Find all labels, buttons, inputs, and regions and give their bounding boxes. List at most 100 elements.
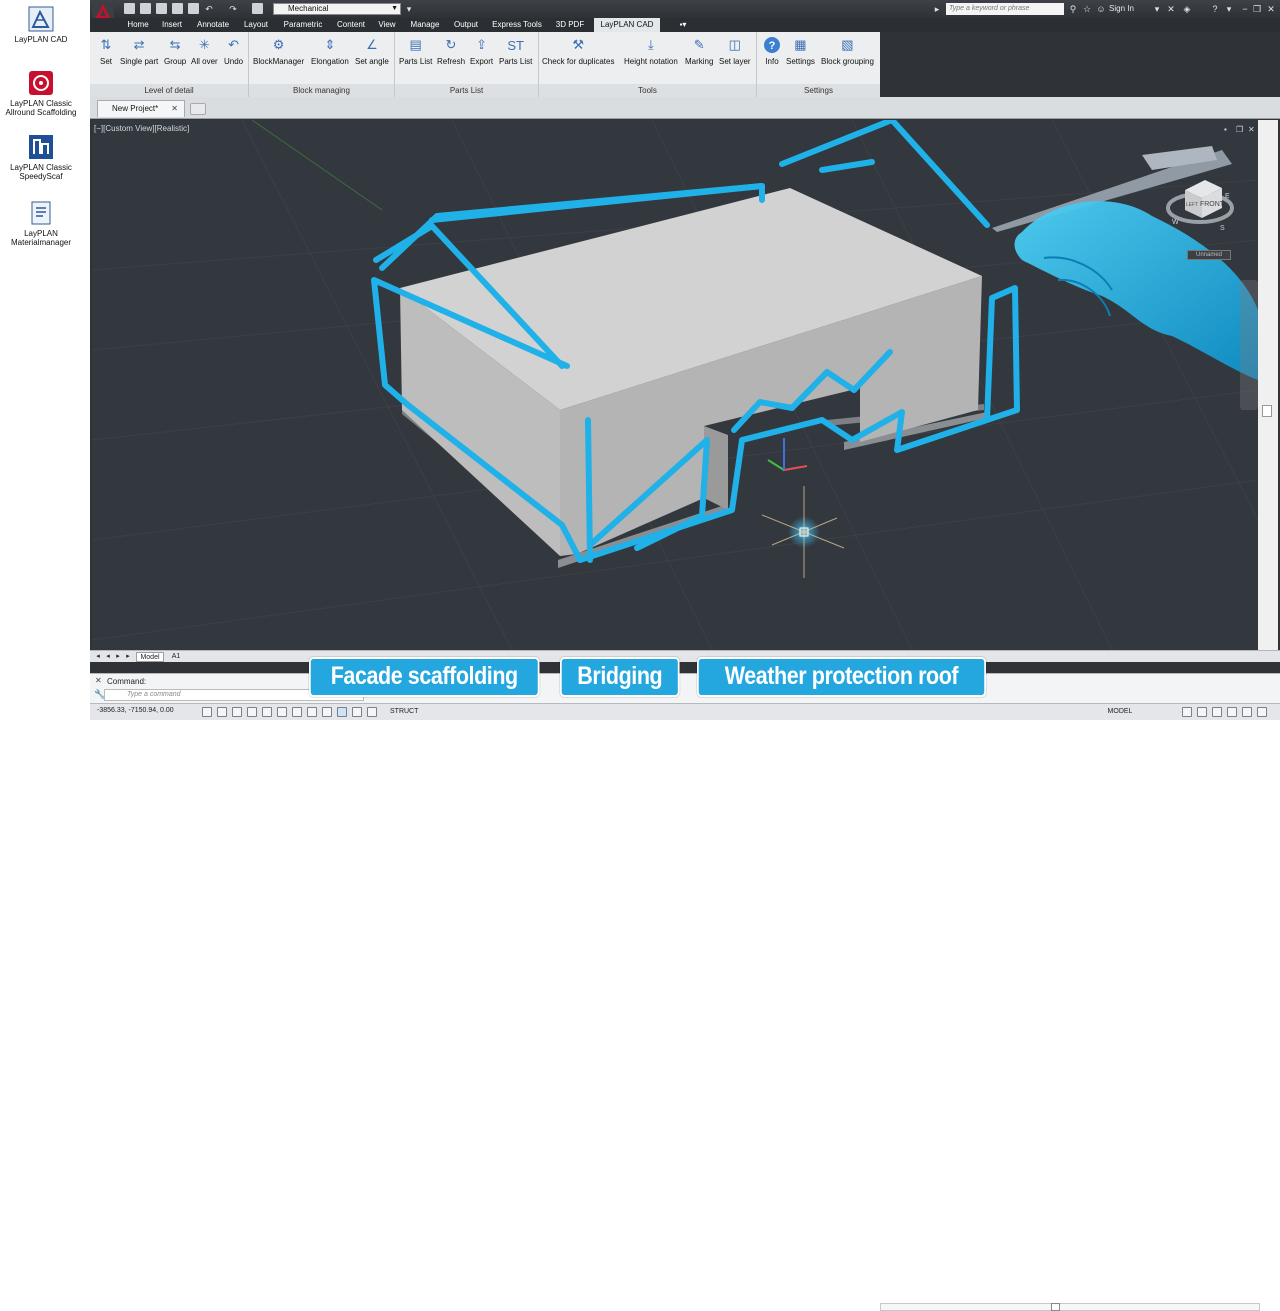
horizontal-scrollbar[interactable] (880, 1303, 1260, 1311)
set-angle-button[interactable]: ∠ Set angle (355, 35, 389, 66)
elongation-button[interactable]: ⇕ Elongation (311, 35, 349, 66)
viewcube-front-label[interactable]: FRONT (1200, 201, 1225, 208)
lock-icon[interactable] (1197, 707, 1207, 717)
minimize-icon[interactable]: − (1240, 4, 1250, 14)
info-button[interactable]: ? Info (763, 35, 781, 66)
undo-icon[interactable]: ↶ (204, 4, 214, 14)
viewport-controls-label[interactable]: [−][Custom View][Realistic] (94, 124, 189, 133)
blockmanager-button[interactable]: ⚙ BlockManager (253, 35, 304, 66)
tab-content[interactable]: Content (332, 18, 370, 32)
isolate-objects-icon[interactable] (1227, 707, 1237, 717)
check-duplicates-button[interactable]: ⚒ Check for duplicates (542, 35, 614, 66)
panel-title[interactable]: Tools (539, 84, 756, 97)
tab-new-project[interactable]: New Project* ✕ (97, 100, 185, 117)
parts-list-st-button[interactable]: ST Parts List (499, 35, 532, 67)
undo-detail-button[interactable]: ↶ Undo (224, 35, 243, 66)
tab-a1[interactable]: A1 (166, 652, 186, 662)
parts-list-button[interactable]: ▤ Parts List (399, 35, 432, 66)
plot-icon[interactable] (252, 3, 263, 14)
minimize-viewport-icon[interactable]: ▪ (1224, 126, 1232, 134)
drawing-viewport[interactable]: FRONT LEFT W S E [−][Custom View][Realis… (92, 120, 1258, 650)
otrack-icon[interactable] (307, 707, 317, 717)
tab-model[interactable]: Model (136, 652, 164, 662)
struct-toggle[interactable]: STRUCT (390, 706, 418, 718)
navigation-bar[interactable] (1240, 280, 1258, 410)
first-layout-icon[interactable]: ◂ (94, 652, 102, 662)
osnap-icon[interactable] (277, 707, 287, 717)
panel-title[interactable]: Level of detail (90, 84, 248, 97)
vertical-scrollbar[interactable] (1258, 120, 1278, 650)
prev-layout-icon[interactable]: ◂ (104, 652, 112, 662)
workspace-dropdown[interactable]: Mechanical ▼ (273, 3, 401, 15)
restore-icon[interactable]: ❐ (1252, 4, 1262, 14)
expand-search-icon[interactable]: ▸ (932, 4, 942, 14)
all-over-button[interactable]: ✳ All over (191, 35, 218, 66)
tab-manage[interactable]: Manage (405, 18, 445, 32)
new-file-icon[interactable] (124, 3, 135, 14)
customize-quick-access-icon[interactable]: ▾ (404, 4, 414, 14)
print-icon[interactable] (188, 3, 199, 14)
desktop-icon-layplan-allround[interactable]: LayPLAN Classic Allround Scaffolding (0, 70, 82, 117)
export-button[interactable]: ⇪ Export (470, 35, 493, 66)
chevron-down-icon[interactable]: ▾ (1224, 4, 1234, 14)
3d-osnap-icon[interactable] (292, 707, 302, 717)
single-part-button[interactable]: ⇄ Single part (120, 35, 158, 66)
more-tabs-icon[interactable]: ▪▾ (672, 18, 694, 32)
save-icon[interactable] (156, 3, 167, 14)
snap-icon[interactable] (217, 707, 227, 717)
tab-parametric[interactable]: Parametric (279, 18, 327, 32)
clean-screen-icon[interactable] (1242, 707, 1252, 717)
scrollbar-thumb[interactable] (1051, 1303, 1060, 1311)
redo-icon[interactable]: ↷ (228, 4, 238, 14)
ortho-icon[interactable] (247, 707, 257, 717)
tab-insert[interactable]: Insert (157, 18, 187, 32)
panel-title[interactable]: Settings (757, 84, 880, 97)
a360-icon[interactable]: ◈ (1182, 4, 1192, 14)
panel-title[interactable]: Block managing (249, 84, 394, 97)
help-icon[interactable]: ? (1210, 4, 1220, 14)
polar-icon[interactable] (262, 707, 272, 717)
close-command-icon[interactable]: ✕ (95, 676, 102, 685)
height-notation-button[interactable]: ⤓ Height notation (624, 35, 678, 66)
ducs-icon[interactable] (322, 707, 332, 717)
block-grouping-button[interactable]: ▧ Block grouping (821, 35, 874, 66)
dyn-icon[interactable] (337, 707, 347, 717)
tab-layout[interactable]: Layout (239, 18, 273, 32)
close-icon[interactable]: ✕ (1266, 4, 1276, 14)
tab-express-tools[interactable]: Express Tools (488, 18, 546, 32)
model-space-button[interactable]: MODEL (1105, 705, 1135, 718)
hardware-acceleration-icon[interactable] (1212, 707, 1222, 717)
customization-icon[interactable] (1257, 707, 1267, 717)
desktop-icon-layplan-speedyscaf[interactable]: LayPLAN Classic SpeedyScaf (0, 134, 82, 181)
open-file-icon[interactable] (140, 3, 151, 14)
save-as-icon[interactable] (172, 3, 183, 14)
new-tab-button[interactable] (190, 103, 206, 115)
exchange-icon[interactable]: ✕ (1166, 4, 1176, 14)
workspace-switch-icon[interactable] (1182, 707, 1192, 717)
chevron-down-icon[interactable]: ▾ (1152, 4, 1162, 14)
viewcube-left-label[interactable]: LEFT (1186, 202, 1198, 208)
marking-button[interactable]: ✎ Marking (685, 35, 713, 66)
settings-button[interactable]: ▦ Settings (786, 35, 815, 66)
search-input[interactable]: Type a keyword or phrase (946, 3, 1064, 15)
tab-annotate[interactable]: Annotate (193, 18, 233, 32)
set-layer-button[interactable]: ◫ Set layer (719, 35, 751, 66)
grid-icon[interactable] (232, 707, 242, 717)
close-viewport-icon[interactable]: ✕ (1248, 126, 1256, 134)
refresh-button[interactable]: ↻ Refresh (437, 35, 465, 66)
tab-home[interactable]: Home (124, 18, 152, 32)
sign-in-button[interactable]: Sign In (1109, 3, 1134, 15)
last-layout-icon[interactable]: ▸ (124, 652, 132, 662)
scrollbar-thumb[interactable] (1262, 405, 1272, 417)
transparency-icon[interactable] (367, 707, 377, 717)
star-icon[interactable]: ☆ (1082, 4, 1092, 14)
user-icon[interactable]: ☺ (1096, 4, 1106, 14)
panel-title[interactable]: Parts List (395, 84, 538, 97)
tab-layplan-cad[interactable]: LayPLAN CAD (594, 18, 660, 32)
tab-3d-pdf[interactable]: 3D PDF (552, 18, 588, 32)
infer-constraints-icon[interactable] (202, 707, 212, 717)
set-button[interactable]: ⇅ Set (97, 35, 115, 66)
desktop-icon-layplan-materialmanager[interactable]: LayPLAN Materialmanager (0, 200, 82, 247)
group-button[interactable]: ⇆ Group (164, 35, 186, 66)
close-tab-icon[interactable]: ✕ (171, 101, 178, 117)
